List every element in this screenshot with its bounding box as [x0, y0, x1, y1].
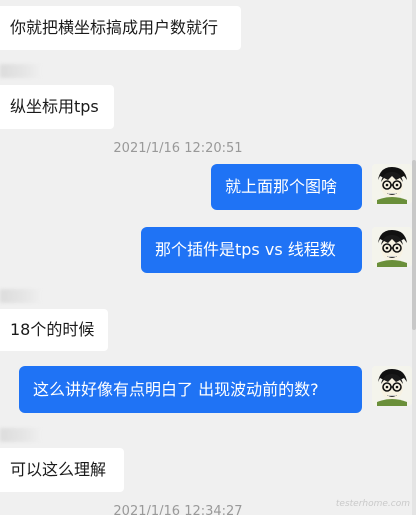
sender-name: [0, 289, 42, 303]
avatar[interactable]: [372, 366, 412, 406]
incoming-message: 你就把横坐标搞成用户数就行: [0, 6, 241, 50]
scrollbar-thumb[interactable]: [412, 160, 416, 330]
incoming-message: 纵坐标用tps: [0, 85, 114, 129]
message-timestamp: 2021/1/16 12:20:51: [113, 141, 243, 156]
watermark: testerhome.com: [335, 499, 410, 509]
cartoon-avatar-icon: [372, 164, 412, 204]
cartoon-avatar-icon: [372, 227, 412, 267]
sender-name: [0, 428, 42, 442]
outgoing-message: 就上面那个图啥: [211, 164, 362, 210]
incoming-message: 可以这么理解: [0, 448, 124, 492]
outgoing-message: 那个插件是tps vs 线程数: [141, 227, 362, 273]
chat-message-list[interactable]: 你就把横坐标搞成用户数就行 纵坐标用tps 2021/1/16 12:20:51…: [0, 0, 416, 515]
sender-name: [0, 64, 42, 78]
avatar[interactable]: [372, 227, 412, 267]
avatar[interactable]: [372, 164, 412, 204]
message-timestamp: 2021/1/16 12:34:27: [113, 504, 243, 515]
outgoing-message: 这么讲好像有点明白了 出现波动前的数?: [19, 366, 362, 413]
incoming-message: 18个的时候: [0, 309, 108, 351]
cartoon-avatar-icon: [372, 366, 412, 406]
